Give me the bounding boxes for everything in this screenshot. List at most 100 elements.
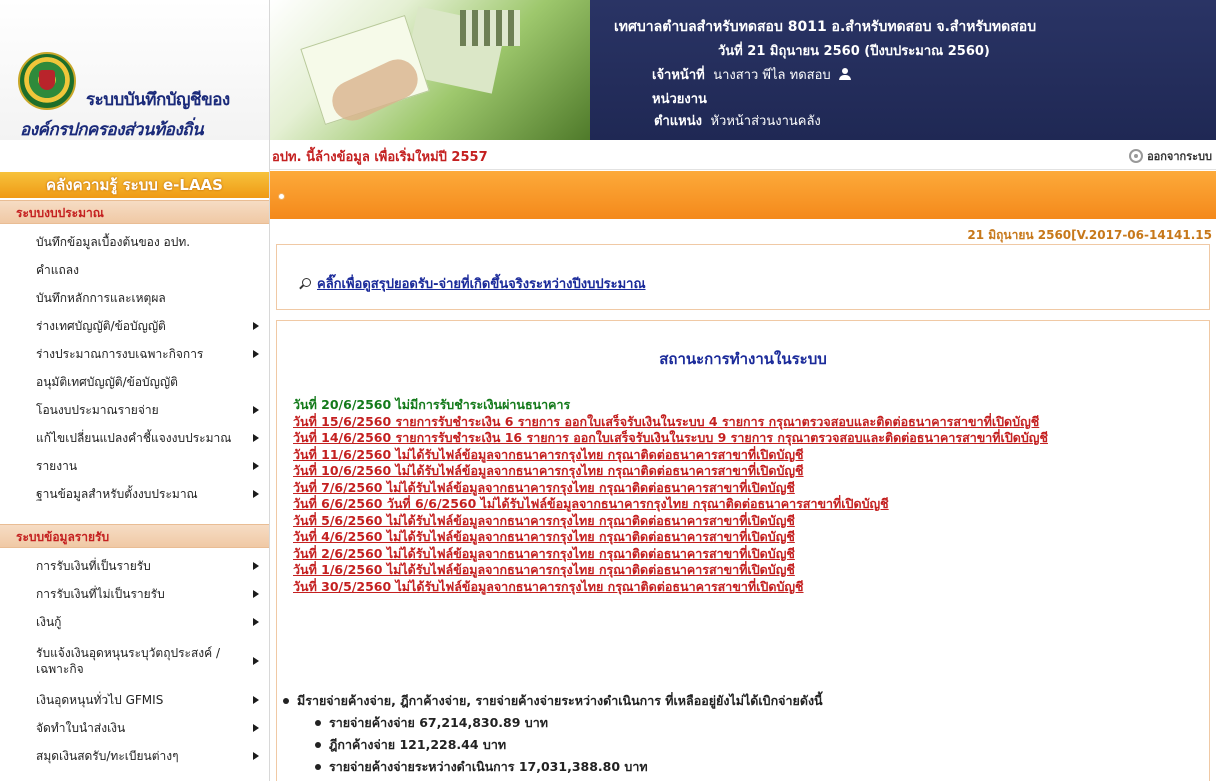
sidebar-menu-item[interactable]: จัดทำใบนำส่งเงิน xyxy=(0,714,269,742)
chevron-right-icon xyxy=(253,657,259,665)
sidebar-menu-label: บันทึกข้อมูลเบื้องต้นของ อปท. xyxy=(36,235,191,249)
logo-area: ระบบบันทึกบัญชีของ องค์กรปกครองส่วนท้องถ… xyxy=(0,0,270,140)
section-budget: ระบบงบประมาณ xyxy=(0,200,269,224)
sidebar-menu-item[interactable]: คำแถลง xyxy=(0,256,269,284)
summary-link-text: คลิ๊กเพื่อดูสรุปยอดรับ-จ่ายที่เกิดขึ้นจร… xyxy=(317,277,646,292)
status-note-link[interactable]: วันที่ 1/6/2560 ไม่ได้รับไฟล์ข้อมูลจากธน… xyxy=(293,562,1193,579)
user-icon xyxy=(839,68,852,80)
chevron-right-icon xyxy=(253,696,259,704)
bullet-icon xyxy=(315,742,321,748)
content-header-bar xyxy=(270,171,1216,219)
bullet-icon xyxy=(315,720,321,726)
position-row: ตำแหน่ง หัวหน้าส่วนงานคลัง xyxy=(654,110,821,131)
officer-name: นางสาว พีไล ทดสอบ xyxy=(713,68,831,83)
chevron-right-icon xyxy=(253,618,259,626)
summary-link[interactable]: คลิ๊กเพื่อดูสรุปยอดรับ-จ่ายที่เกิดขึ้นจร… xyxy=(299,273,646,294)
position-value: หัวหน้าส่วนงานคลัง xyxy=(710,114,821,129)
sidebar-menu-item[interactable]: ร่างเทศบัญญัติ/ข้อบัญญัติ xyxy=(0,312,269,340)
sidebar-menu-label: โอนงบประมาณรายจ่าย xyxy=(36,403,159,417)
status-note-link[interactable]: วันที่ 5/6/2560 ไม่ได้รับไฟล์ข้อมูลจากธน… xyxy=(293,513,1193,530)
sidebar-menu-label: อนุมัติเทศบัญญัติ/ข้อบัญญัติ xyxy=(36,375,178,389)
chevron-right-icon xyxy=(253,724,259,732)
version-text: 21 มิถุนายน 2560[V.2017-06-14141.15 xyxy=(967,228,1212,242)
reset-notice: อปท. นี้ล้างข้อมูล เพื่อเริ่มใหม่ปี 2557 xyxy=(272,150,488,165)
agency-seal-icon xyxy=(18,52,76,110)
sidebar-menu-item[interactable]: อนุมัติเทศบัญญัติ/ข้อบัญญัติ xyxy=(0,368,269,396)
sidebar-menu-label: คำแถลง xyxy=(36,263,79,277)
status-note-link[interactable]: วันที่ 30/5/2560 ไม่ได้รับไฟล์ข้อมูลจากธ… xyxy=(293,579,1193,596)
org-name: เทศบาลตำบลสำหรับทดสอบ 8011 อ.สำหรับทดสอบ… xyxy=(614,19,1037,35)
sidebar-menu-item[interactable]: การรับเงินที่เป็นรายรับ xyxy=(0,552,269,580)
logout-label: ออกจากระบบ xyxy=(1147,150,1212,163)
revenue-menu: การรับเงินที่เป็นรายรับการรับเงินที่ไม่เ… xyxy=(0,552,269,770)
chevron-right-icon xyxy=(253,462,259,470)
sidebar-menu-label: การรับเงินที่ไม่เป็นรายรับ xyxy=(36,587,165,601)
summary-main-text: มีรายจ่ายค้างจ่าย, ฎีกาค้างจ่าย, รายจ่าย… xyxy=(297,693,823,708)
status-note-link[interactable]: วันที่ 14/6/2560 รายการรับชำระเงิน 16 รา… xyxy=(293,430,1193,447)
sidebar-menu-item[interactable]: ร่างประมาณการงบเฉพาะกิจการ xyxy=(0,340,269,368)
sidebar-menu-label: ร่างประมาณการงบเฉพาะกิจการ xyxy=(36,347,204,361)
sidebar-menu-label: รับแจ้งเงินอุดหนุนระบุวัตถุประสงค์ / เฉพ… xyxy=(36,646,221,676)
sidebar-menu-label: แก้ไขเปลี่ยนแปลงคำชี้แจงงบประมาณ xyxy=(36,431,232,445)
sidebar-menu-item[interactable]: โอนงบประมาณรายจ่าย xyxy=(0,396,269,424)
logout-button[interactable]: ออกจากระบบ xyxy=(1129,147,1212,165)
chevron-right-icon xyxy=(253,350,259,358)
status-panel: สถานะการทำงานในระบบ วันที่ 20/6/2560 ไม่… xyxy=(276,320,1210,781)
outstanding-summary: มีรายจ่ายค้างจ่าย, ฎีกาค้างจ่าย, รายจ่าย… xyxy=(283,690,1203,778)
budget-menu: บันทึกข้อมูลเบื้องต้นของ อปท. คำแถลงบันทึ… xyxy=(0,228,269,508)
sidebar-menu-item[interactable]: เงินอุดหนุนทั่วไป GFMIS xyxy=(0,686,269,714)
search-icon xyxy=(299,277,311,290)
summary-item: ฎีกาค้างจ่าย 121,228.44 บาท xyxy=(329,737,507,752)
sidebar-menu-item[interactable]: สมุดเงินสดรับ/ทะเบียนต่างๆ xyxy=(0,742,269,770)
sidebar-menu-item[interactable]: รายงาน xyxy=(0,452,269,480)
status-note-link[interactable]: วันที่ 7/6/2560 ไม่ได้รับไฟล์ข้อมูลจากธน… xyxy=(293,480,1193,497)
bullet-icon xyxy=(283,698,289,704)
chevron-right-icon xyxy=(253,590,259,598)
sidebar-menu-item[interactable]: บันทึกข้อมูลเบื้องต้นของ อปท. xyxy=(0,228,269,256)
sidebar-menu-item[interactable]: เงินกู้ xyxy=(0,608,269,636)
sidebar-menu-label: การรับเงินที่เป็นรายรับ xyxy=(36,559,151,573)
summary-item: รายจ่ายค้างจ่าย 67,214,830.89 บาท xyxy=(329,715,548,730)
status-note-link[interactable]: วันที่ 6/6/2560 วันที่ 6/6/2560 ไม่ได้รั… xyxy=(293,496,1193,513)
sidebar-menu-item[interactable]: รับแจ้งเงินอุดหนุนระบุวัตถุประสงค์ / เฉพ… xyxy=(0,636,269,686)
status-notes: วันที่ 20/6/2560 ไม่มีการรับชำระเงินผ่าน… xyxy=(293,397,1193,595)
sidebar-menu-item[interactable]: บันทึกหลักการและเหตุผล xyxy=(0,284,269,312)
chevron-right-icon xyxy=(253,434,259,442)
section-revenue: ระบบข้อมูลรายรับ xyxy=(0,524,269,548)
bullet-icon xyxy=(278,193,285,200)
status-note-link[interactable]: วันที่ 11/6/2560 ไม่ได้รับไฟล์ข้อมูลจากธ… xyxy=(293,447,1193,464)
chevron-right-icon xyxy=(253,322,259,330)
status-note-link[interactable]: วันที่ 10/6/2560 ไม่ได้รับไฟล์ข้อมูลจากธ… xyxy=(293,463,1193,480)
status-note-link[interactable]: วันที่ 15/6/2560 รายการรับชำระเงิน 6 ราย… xyxy=(293,414,1193,431)
knowledge-base-link[interactable]: คลังความรู้ ระบบ e-LAAS xyxy=(0,172,269,198)
sidebar-menu-label: เงินกู้ xyxy=(36,615,62,629)
sidebar-menu-label: สมุดเงินสดรับ/ทะเบียนต่างๆ xyxy=(36,749,179,763)
summary-link-panel: คลิ๊กเพื่อดูสรุปยอดรับ-จ่ายที่เกิดขึ้นจร… xyxy=(276,244,1210,310)
chevron-right-icon xyxy=(253,562,259,570)
summary-item: รายจ่ายค้างจ่ายระหว่างดำเนินการ 17,031,3… xyxy=(329,759,648,774)
sidebar-menu-label: รายงาน xyxy=(36,459,78,473)
bullet-icon xyxy=(315,764,321,770)
officer-label: เจ้าหน้าที่ xyxy=(652,68,705,83)
chevron-right-icon xyxy=(253,406,259,414)
status-title: สถานะการทำงานในระบบ xyxy=(659,350,827,368)
logout-icon xyxy=(1129,149,1144,163)
status-note: วันที่ 20/6/2560 ไม่มีการรับชำระเงินผ่าน… xyxy=(293,397,571,412)
logo-title-line2: องค์กรปกครองส่วนท้องถิ่น xyxy=(20,120,204,140)
status-note-link[interactable]: วันที่ 2/6/2560 ไม่ได้รับไฟล์ข้อมูลจากธน… xyxy=(293,546,1193,563)
logo-title-line1: ระบบบันทึกบัญชีของ xyxy=(86,90,230,110)
sidebar-menu-label: ร่างเทศบัญญัติ/ข้อบัญญัติ xyxy=(36,319,166,333)
sidebar: คลังความรู้ ระบบ e-LAAS ระบบงบประมาณ บัน… xyxy=(0,140,270,781)
officer-row: เจ้าหน้าที่ นางสาว พีไล ทดสอบ xyxy=(652,64,852,85)
sidebar-menu-label: เงินอุดหนุนทั่วไป GFMIS xyxy=(36,693,164,707)
chevron-right-icon xyxy=(253,752,259,760)
sidebar-menu-item[interactable]: แก้ไขเปลี่ยนแปลงคำชี้แจงงบประมาณ xyxy=(0,424,269,452)
position-label: ตำแหน่ง xyxy=(654,114,702,129)
sidebar-menu-item[interactable]: ฐานข้อมูลสำหรับตั้งงบประมาณ xyxy=(0,480,269,508)
sidebar-menu-item[interactable]: การรับเงินที่ไม่เป็นรายรับ xyxy=(0,580,269,608)
header-banner-image xyxy=(270,0,590,140)
chevron-right-icon xyxy=(253,490,259,498)
status-note-link[interactable]: วันที่ 4/6/2560 ไม่ได้รับไฟล์ข้อมูลจากธน… xyxy=(293,529,1193,546)
header-info: เทศบาลตำบลสำหรับทดสอบ 8011 อ.สำหรับทดสอบ… xyxy=(590,0,1216,140)
sidebar-menu-label: บันทึกหลักการและเหตุผล xyxy=(36,291,166,305)
